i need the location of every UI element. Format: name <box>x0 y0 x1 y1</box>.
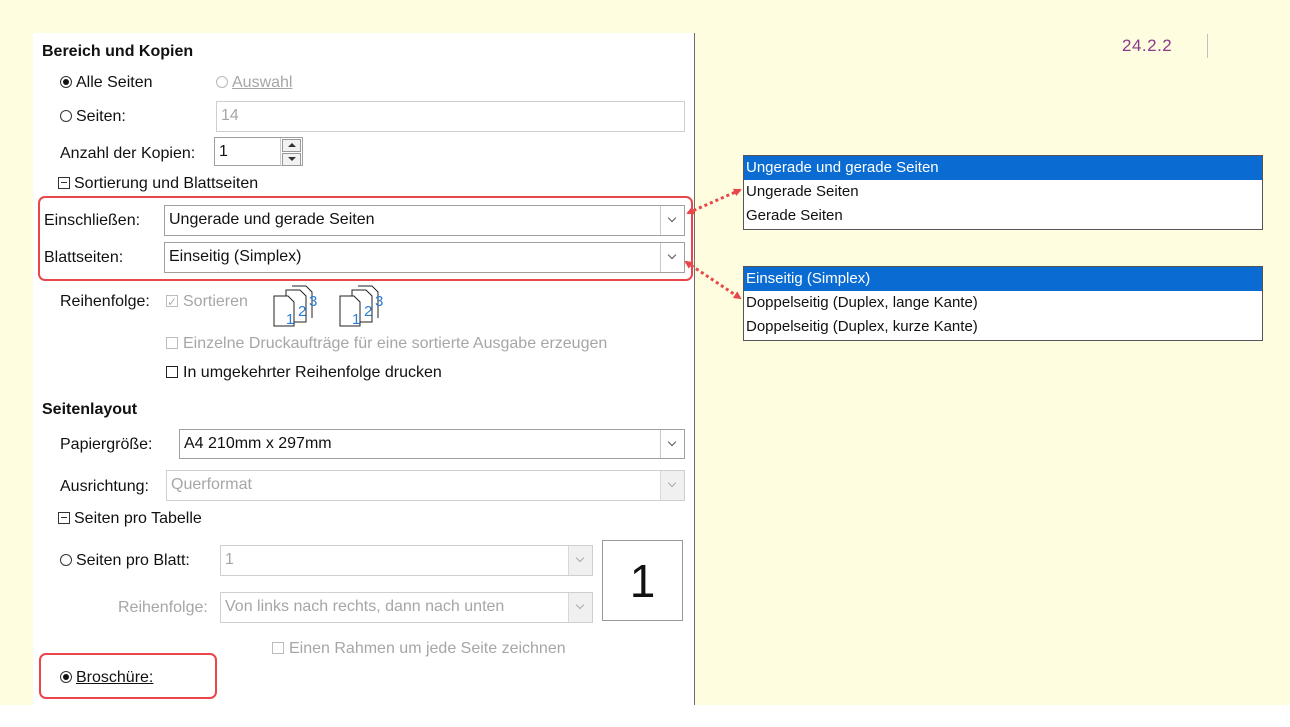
radio-indicator <box>60 554 72 566</box>
collapse-icon <box>58 512 70 524</box>
collate-header-label: Sortierung und Blattseiten <box>74 175 259 192</box>
pages-input[interactable]: 14 <box>216 101 685 132</box>
reverse-pages-icon: 1 2 3 <box>339 285 383 328</box>
pages-per-sheet-dropdown[interactable]: 1 <box>220 545 593 576</box>
digit-1: 1 <box>352 311 360 328</box>
all-pages-label: Alle Seiten <box>76 74 153 91</box>
chevron-down-icon[interactable] <box>568 546 592 575</box>
pages-radio[interactable]: Seiten: <box>60 107 126 127</box>
orientation-label: Ausrichtung: <box>60 478 149 495</box>
copies-value: 1 <box>219 143 228 160</box>
frame-label: Einen Rahmen um jede Seite zeichnen <box>289 640 566 657</box>
pages-label: Seiten: <box>76 108 126 125</box>
order-label: Reihenfolge: <box>60 293 150 310</box>
digit-2: 2 <box>298 303 306 320</box>
highlight-box-brochure <box>39 653 217 699</box>
radio-indicator <box>60 110 72 122</box>
separate-jobs-label: Einzelne Druckaufträge für eine sortiert… <box>183 335 608 352</box>
include-option[interactable]: Gerade Seiten <box>744 204 1262 228</box>
include-option[interactable]: Ungerade und gerade Seiten <box>744 156 1262 180</box>
pages-per-sheet-radio[interactable]: Seiten pro Blatt: <box>60 551 190 571</box>
sorted-pages-icon: 1 2 3 <box>273 285 317 328</box>
page-preview: 1 <box>602 540 683 621</box>
pages-per-sheet-label: Seiten pro Blatt: <box>76 552 190 569</box>
layout-order-dropdown[interactable]: Von links nach rechts, dann nach unten <box>220 592 593 623</box>
checkbox-indicator <box>166 366 178 378</box>
checkbox-indicator <box>166 337 178 349</box>
orientation-dropdown[interactable]: Querformat <box>166 470 685 501</box>
radio-indicator <box>60 76 72 88</box>
separate-jobs-checkbox[interactable]: Einzelne Druckaufträge für eine sortiert… <box>166 334 607 354</box>
digit-3: 3 <box>309 293 317 310</box>
layout-order-label: Reihenfolge: <box>118 599 208 616</box>
sort-checkbox[interactable]: Sortieren <box>166 292 248 312</box>
copies-label: Anzahl der Kopien: <box>60 145 196 162</box>
paper-size-value: A4 210mm x 297mm <box>184 435 332 452</box>
frame-checkbox[interactable]: Einen Rahmen um jede Seite zeichnen <box>272 639 566 659</box>
paper-size-label: Papiergröße: <box>60 436 153 453</box>
include-options-list: Ungerade und gerade Seiten Ungerade Seit… <box>743 155 1263 230</box>
version-label: 24.2.2 <box>1122 36 1173 55</box>
sides-connector-arrow <box>684 260 742 300</box>
collate-section-toggle[interactable]: Sortierung und Blattseiten <box>58 174 258 194</box>
reverse-order-checkbox[interactable]: In umgekehrter Reihenfolge drucken <box>166 363 442 383</box>
section-title-layout: Seitenlayout <box>42 401 138 418</box>
pages-per-table-toggle[interactable]: Seiten pro Tabelle <box>58 509 202 529</box>
sort-label: Sortieren <box>183 293 248 310</box>
highlight-box-include-sides <box>38 196 693 281</box>
spin-down-icon[interactable] <box>282 153 301 166</box>
digit-2: 2 <box>364 303 372 320</box>
sides-option[interactable]: Einseitig (Simplex) <box>744 267 1262 291</box>
sides-options-list: Einseitig (Simplex) Doppelseitig (Duplex… <box>743 266 1263 341</box>
spin-up-icon[interactable] <box>282 139 301 152</box>
checkbox-indicator <box>272 642 284 654</box>
copies-input[interactable]: 1 <box>214 137 303 166</box>
pages-per-sheet-value: 1 <box>225 551 234 568</box>
version-divider <box>1207 34 1208 58</box>
copies-spinner[interactable] <box>280 138 302 166</box>
radio-indicator <box>216 76 228 88</box>
checkbox-indicator <box>166 292 178 312</box>
chevron-down-icon[interactable] <box>660 471 684 500</box>
section-title-range: Bereich und Kopien <box>42 43 194 60</box>
selection-label: Auswahl <box>232 74 293 91</box>
include-connector-arrow <box>686 188 742 215</box>
layout-order-value: Von links nach rechts, dann nach unten <box>225 598 505 615</box>
all-pages-radio[interactable]: Alle Seiten <box>60 73 153 93</box>
sides-option[interactable]: Doppelseitig (Duplex, lange Kante) <box>744 291 1262 315</box>
digit-1: 1 <box>286 311 294 328</box>
sides-option[interactable]: Doppelseitig (Duplex, kurze Kante) <box>744 315 1262 339</box>
chevron-down-icon[interactable] <box>568 593 592 622</box>
pages-per-table-label: Seiten pro Tabelle <box>74 510 202 527</box>
sort-pages-icons: 1 2 3 1 2 3 <box>273 285 383 328</box>
collapse-icon <box>58 177 70 189</box>
connector-arrows <box>684 188 742 300</box>
selection-radio[interactable]: Auswahl <box>216 73 292 93</box>
include-option[interactable]: Ungerade Seiten <box>744 180 1262 204</box>
orientation-value: Querformat <box>171 476 252 493</box>
reverse-order-label: In umgekehrter Reihenfolge drucken <box>183 364 442 381</box>
paper-size-dropdown[interactable]: A4 210mm x 297mm <box>179 429 685 459</box>
chevron-down-icon[interactable] <box>660 430 684 458</box>
digit-3: 3 <box>375 293 383 310</box>
